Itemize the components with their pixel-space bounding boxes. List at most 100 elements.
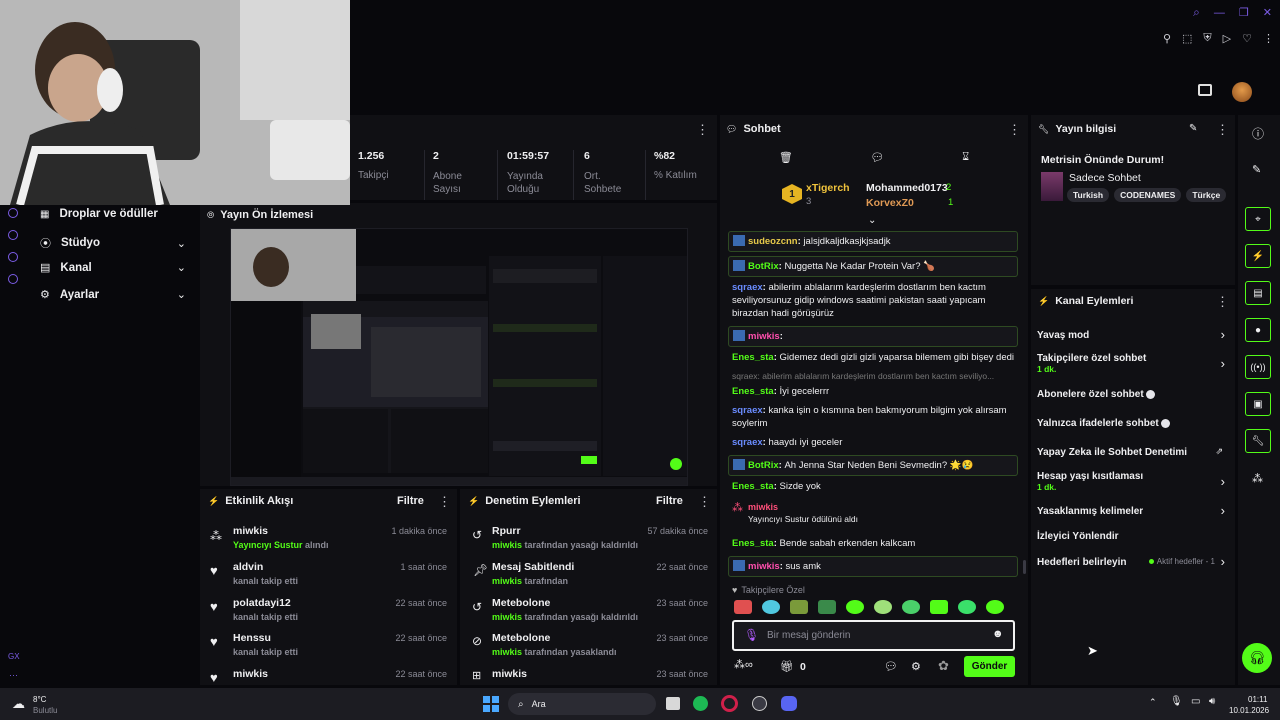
tag[interactable]: Türkçe bbox=[1186, 188, 1227, 202]
restore-icon[interactable]: ❐ bbox=[1239, 6, 1249, 19]
chat-message[interactable]: sqraex: kanka işin o kısmına ben bakmıyo… bbox=[728, 404, 1018, 430]
wrench-icon[interactable]: 🔧︎ bbox=[1245, 429, 1271, 453]
shield-icon[interactable]: ⛨ bbox=[1203, 32, 1211, 45]
chat-username[interactable]: sqraex bbox=[732, 405, 763, 416]
preview-video[interactable] bbox=[230, 228, 688, 486]
file-explorer-icon[interactable] bbox=[666, 697, 680, 710]
pencil-icon[interactable]: ✎ bbox=[1252, 163, 1261, 176]
heart-icon[interactable]: ♡ bbox=[1242, 32, 1252, 45]
action-raid[interactable]: İzleyici Yönlendir bbox=[1037, 530, 1229, 542]
chat-input-field[interactable]: Bir mesaj gönderin bbox=[767, 630, 850, 641]
chat-input-box[interactable]: 🎙︎ Bir mesaj gönderin ☻ bbox=[732, 620, 1015, 651]
channel-actions-more-icon[interactable]: ⋮ bbox=[1216, 294, 1229, 310]
emote[interactable] bbox=[874, 600, 892, 614]
sidebar-item-settings[interactable]: ⚙ Ayarlar ⌄ bbox=[40, 288, 186, 302]
spotify-icon[interactable] bbox=[693, 696, 708, 711]
chat-message[interactable]: BotRix: Ah Jenna Star Neden Beni Sevmedi… bbox=[728, 455, 1018, 476]
volume-icon[interactable]: 🔊︎ bbox=[1209, 696, 1215, 707]
chat-username[interactable]: BotRix bbox=[748, 460, 779, 471]
activity-more-icon[interactable]: ⋮ bbox=[438, 494, 451, 510]
emote[interactable] bbox=[734, 600, 752, 614]
emote[interactable] bbox=[818, 600, 836, 614]
emote[interactable] bbox=[902, 600, 920, 614]
chat-username[interactable]: miwkis bbox=[748, 331, 780, 342]
emote[interactable] bbox=[930, 600, 948, 614]
chat-username[interactable]: sudeozcnn bbox=[748, 236, 798, 247]
chat-username[interactable]: Enes_sta bbox=[732, 352, 774, 363]
rail-icon-1[interactable] bbox=[8, 208, 18, 218]
emoji-icon[interactable]: ☻ bbox=[992, 628, 1004, 640]
chat-username[interactable]: Enes_sta bbox=[732, 386, 774, 397]
document-icon[interactable]: ▤ bbox=[1245, 281, 1271, 305]
edit-icon[interactable]: ✎ bbox=[1189, 123, 1197, 134]
action-subscribers-only[interactable]: Abonelere özel sohbet bbox=[1037, 388, 1229, 400]
emote[interactable] bbox=[846, 600, 864, 614]
chat-message[interactable]: Enes_sta: Sizde yok bbox=[728, 480, 1018, 493]
moderation-filter-button[interactable]: Filtre bbox=[656, 495, 683, 507]
chat-message[interactable]: sqraex: abilerim ablalarım kardeşlerim d… bbox=[728, 370, 1018, 398]
badge-icon[interactable]: ✿ bbox=[938, 658, 949, 674]
bolt-icon[interactable]: ⚡ bbox=[1245, 244, 1271, 268]
chat-username[interactable]: BotRix bbox=[748, 261, 779, 272]
theater-icon[interactable] bbox=[1198, 84, 1212, 96]
tag[interactable]: CODENAMES bbox=[1114, 188, 1182, 202]
support-button[interactable]: 🎧︎ bbox=[1242, 643, 1272, 673]
rail-icon-4[interactable] bbox=[8, 274, 18, 284]
rail-icon-2[interactable] bbox=[8, 230, 18, 240]
hourglass-icon[interactable]: ⌛︎ bbox=[962, 151, 969, 164]
moderation-more-icon[interactable]: ⋮ bbox=[698, 494, 711, 510]
avatar[interactable] bbox=[1232, 82, 1252, 102]
chat-more-icon[interactable]: ⋮ bbox=[1008, 122, 1021, 138]
chat-message[interactable]: miwkis: sus amk bbox=[728, 556, 1018, 577]
microphone-icon[interactable]: 🎙︎ bbox=[1170, 696, 1183, 707]
action-followers-only[interactable]: Takipçilere özel sohbet 1 dk. › bbox=[1037, 353, 1229, 374]
chat-message[interactable]: Enes_sta: Gidemez dedi gizli gizli yapar… bbox=[728, 351, 1018, 364]
rail-more-icon[interactable]: ··· bbox=[9, 670, 18, 680]
chat-message[interactable]: Enes_sta: Bende sabah erkenden kalkcam bbox=[728, 537, 1018, 550]
chat-scrollbar[interactable] bbox=[1023, 560, 1026, 574]
stream-info-more-icon[interactable]: ⋮ bbox=[1216, 122, 1229, 138]
chat-bubble-icon[interactable]: ● bbox=[1245, 318, 1271, 342]
stats-more-icon[interactable]: ⋮ bbox=[696, 122, 709, 138]
link-icon[interactable]: ⁂∞ bbox=[734, 658, 753, 671]
send-button[interactable]: Gönder bbox=[964, 656, 1015, 677]
gear-icon[interactable]: ⚙ bbox=[911, 660, 921, 673]
activity-filter-button[interactable]: Filtre bbox=[397, 495, 424, 507]
gift-icon[interactable]: 🎁︎ bbox=[780, 660, 794, 673]
redeem-user[interactable]: miwkis bbox=[748, 502, 1010, 512]
emote[interactable] bbox=[986, 600, 1004, 614]
opera-gx-icon[interactable] bbox=[721, 695, 738, 712]
reply-preview[interactable]: sqraex: abilerim ablalarım kardeşlerim d… bbox=[732, 370, 1014, 383]
clock-date[interactable]: 10.01.2026 bbox=[1229, 706, 1269, 715]
chat-username[interactable]: Enes_sta bbox=[732, 538, 774, 549]
pin-icon[interactable]: ⚲ bbox=[1163, 32, 1171, 45]
sidebar-item-studio[interactable]: ⦿ Stüdyo ⌄ bbox=[40, 235, 186, 251]
play-icon[interactable]: ▷ bbox=[1223, 32, 1231, 45]
panel-icon[interactable]: ▣ bbox=[1245, 392, 1271, 416]
emote[interactable] bbox=[958, 600, 976, 614]
rail-icon-3[interactable] bbox=[8, 252, 18, 262]
tray-chevron-icon[interactable]: ⌃ bbox=[1149, 697, 1157, 708]
chat-message[interactable]: sqraex: abilerim ablalarım kardeşlerim d… bbox=[728, 281, 1018, 320]
chat-message[interactable]: BotRix: Nuggetta Ne Kadar Protein Var? 🍗 bbox=[728, 256, 1018, 277]
chat-message[interactable]: miwkis: bbox=[728, 326, 1018, 347]
share-icon[interactable]: ⁂ bbox=[1252, 472, 1263, 485]
action-emote-only[interactable]: Yalnızca ifadelerle sohbet bbox=[1037, 417, 1229, 429]
windows-start-icon[interactable] bbox=[483, 696, 499, 712]
chat-bubble-icon[interactable]: 💬︎ bbox=[884, 660, 898, 673]
sidebar-item-drops[interactable]: ▦ Droplar ve ödüller bbox=[40, 208, 158, 220]
chat-username[interactable]: miwkis bbox=[748, 561, 780, 572]
broadcast-icon[interactable]: ((•)) bbox=[1245, 355, 1271, 379]
tag[interactable]: Turkish bbox=[1067, 188, 1110, 202]
chat-settings-icon[interactable]: 💬︎ bbox=[871, 151, 885, 164]
crop-icon[interactable]: ⬚ bbox=[1182, 32, 1192, 45]
trash-icon[interactable]: 🗑︎ bbox=[779, 151, 793, 164]
chat-username[interactable]: sqraex bbox=[732, 437, 763, 448]
clip-icon[interactable]: ⌖ bbox=[1245, 207, 1271, 231]
clock-time[interactable]: 01:11 bbox=[1248, 695, 1267, 704]
more-icon[interactable]: ⋮ bbox=[1263, 32, 1274, 45]
action-ai-moderation[interactable]: Yapay Zeka ile Sohbet Denetimi ⇗ bbox=[1037, 446, 1229, 458]
chat-message[interactable]: sudeozcnn: jalsjdkaljdkasjkjsadjk bbox=[728, 231, 1018, 252]
microphone-icon[interactable]: 🎙︎ bbox=[744, 628, 759, 642]
emote[interactable] bbox=[762, 600, 780, 614]
